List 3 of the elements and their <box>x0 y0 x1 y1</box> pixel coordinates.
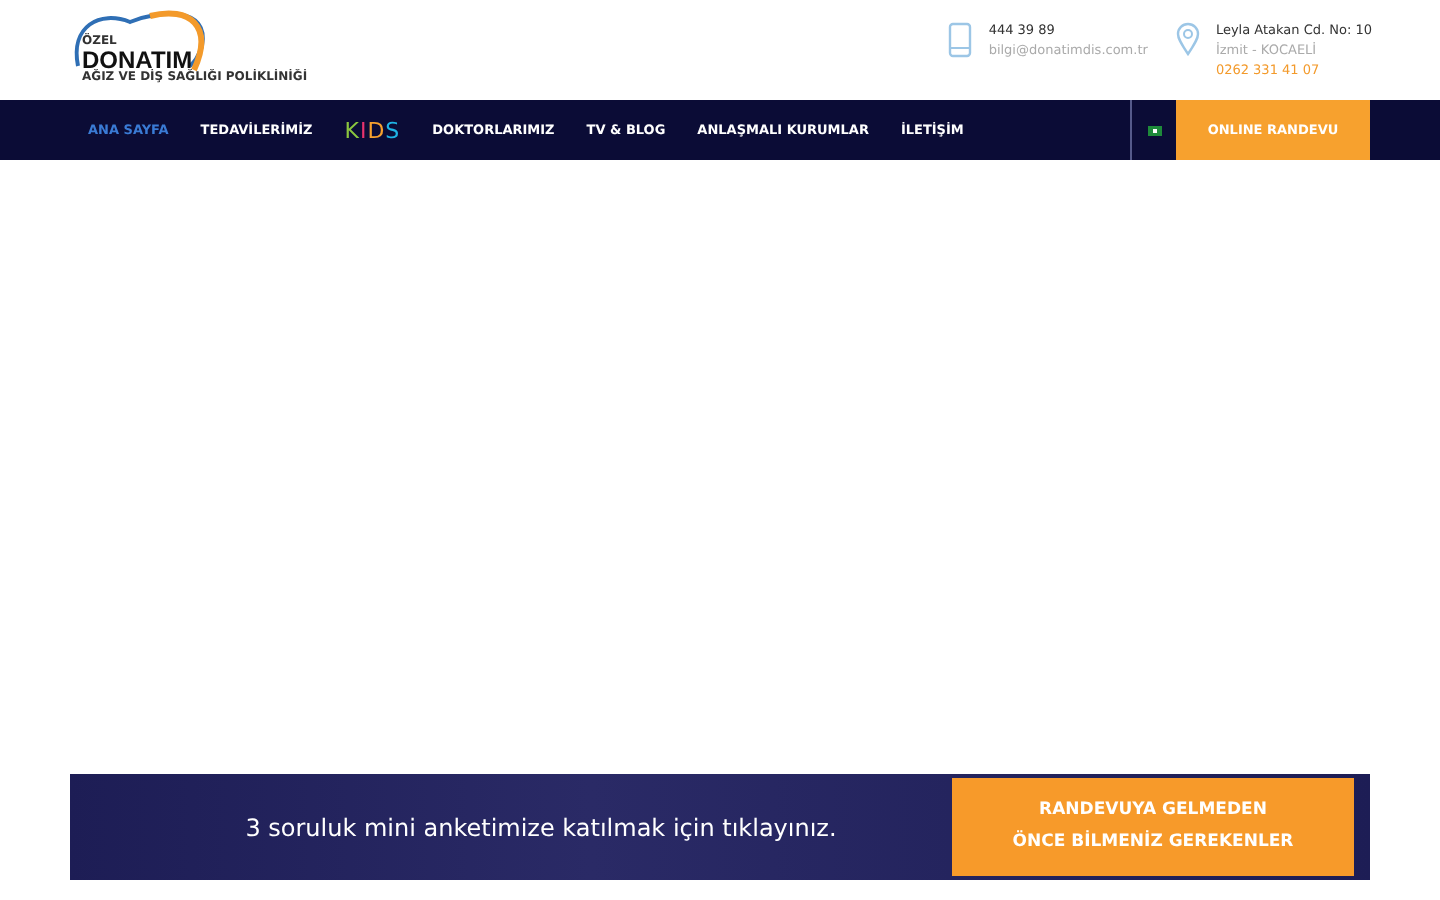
kids-link[interactable]: KIDS <box>344 117 401 143</box>
survey-banner[interactable]: 3 soruluk mini anketimize katılmak için tıklayınız. RANDEVUYA GELMEDEN ÖNCE BİLMENİZ GEREKENLER <box>70 774 1370 880</box>
survey-text: 3 soruluk mini anketimize katılmak için tıklayınız. <box>243 813 839 841</box>
